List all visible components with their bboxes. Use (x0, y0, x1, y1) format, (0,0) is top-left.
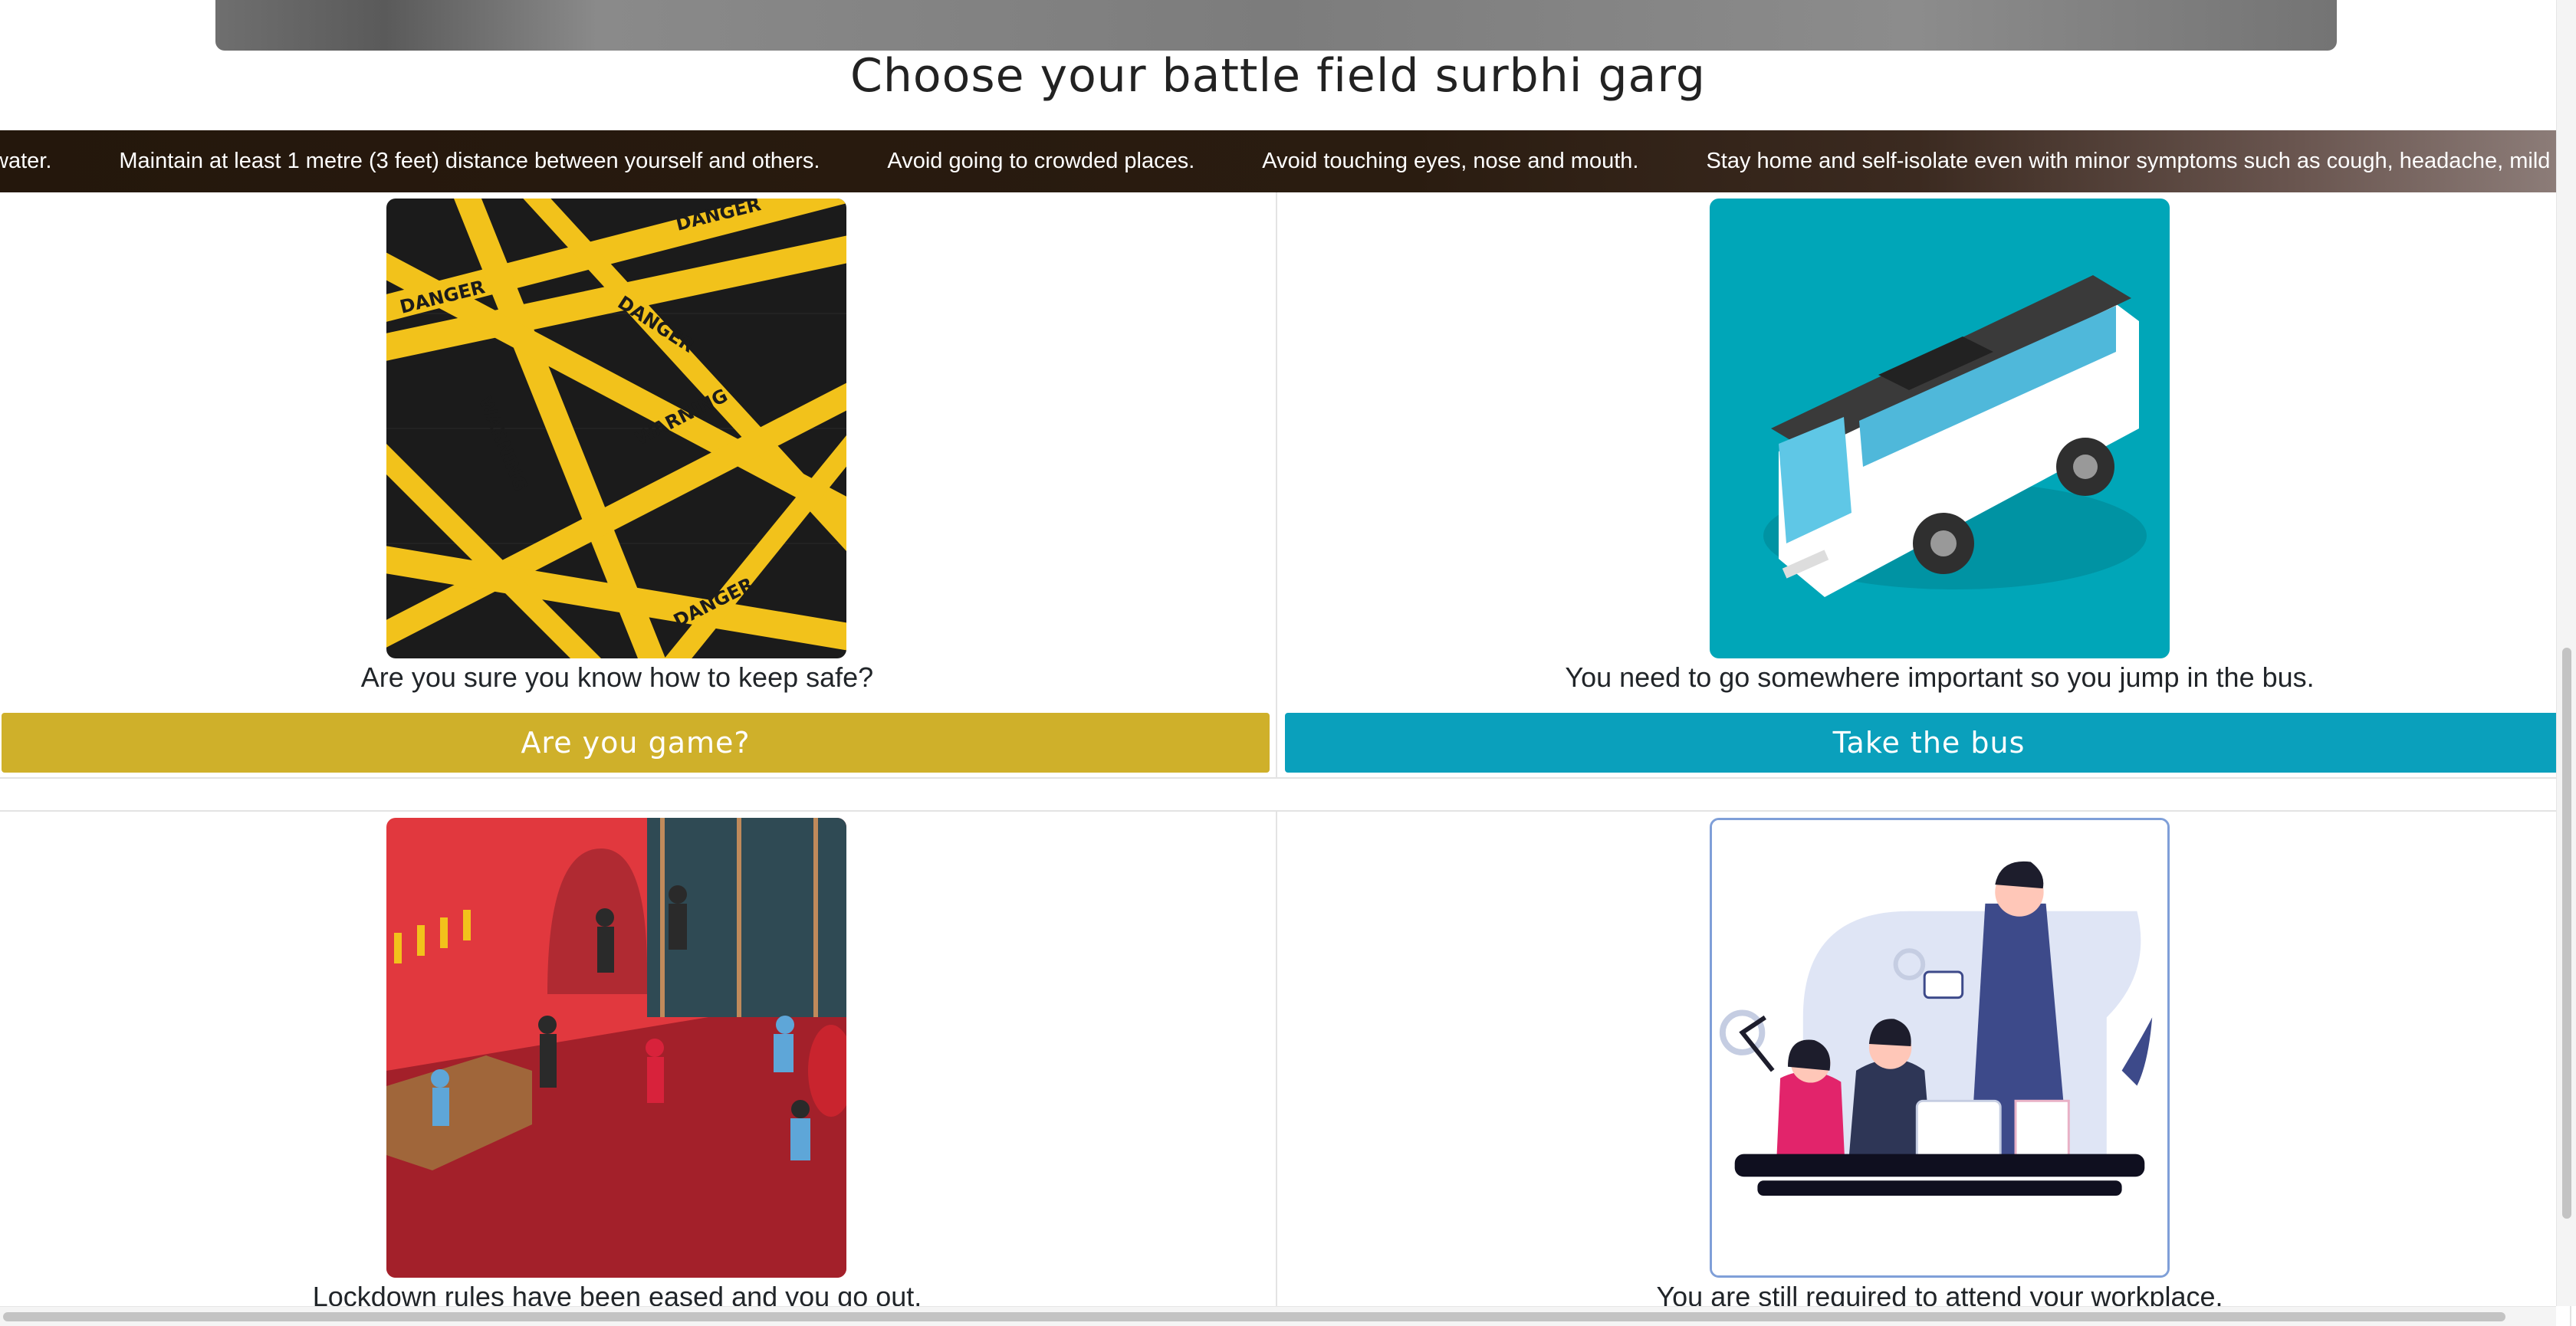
scenario-caption: You need to go somewhere important so yo… (1565, 661, 2315, 693)
ticker-item: Stay home and self-isolate even with min… (1706, 149, 2556, 173)
vertical-scrollbar-thumb[interactable] (2562, 648, 2571, 1219)
are-you-game-button[interactable]: Are you game? (2, 713, 1270, 773)
scenario-caption: Are you sure you know how to keep safe? (360, 661, 874, 693)
scenario-card-workplace: You are still required to attend your wo… (1276, 810, 2571, 1326)
horizontal-scrollbar[interactable] (0, 1306, 2556, 1326)
scenario-card-lockdown-eased: Lockdown rules have been eased and you g… (0, 810, 1277, 1326)
ticker-item: water. (0, 149, 52, 173)
bus-image[interactable] (1710, 199, 2170, 658)
bar-image[interactable] (386, 818, 846, 1278)
horizontal-scrollbar-thumb[interactable] (3, 1312, 2505, 1321)
scenario-card-bus: You need to go somewhere important so yo… (1276, 192, 2571, 779)
top-banner-image (215, 0, 2337, 51)
take-the-bus-button[interactable]: Take the bus (1285, 713, 2570, 773)
ticker-item: Maintain at least 1 metre (3 feet) dista… (119, 149, 820, 173)
vertical-scrollbar[interactable] (2556, 0, 2576, 1306)
scenario-grid: DANGER DANGER WARNING WARNING DANGER DAN… (0, 192, 2571, 1326)
office-image[interactable] (1710, 818, 2170, 1278)
ticker-item: Avoid going to crowded places. (887, 149, 1195, 173)
safety-tips-ticker: water. Maintain at least 1 metre (3 feet… (0, 130, 2556, 192)
scenario-card-keep-safe: DANGER DANGER WARNING WARNING DANGER DAN… (0, 192, 1277, 779)
page-title: Choose your battle field surbhi garg (849, 49, 1707, 103)
danger-tape-image[interactable]: DANGER DANGER WARNING WARNING DANGER DAN… (386, 199, 846, 658)
ticker-item: Avoid touching eyes, nose and mouth. (1262, 149, 1639, 173)
